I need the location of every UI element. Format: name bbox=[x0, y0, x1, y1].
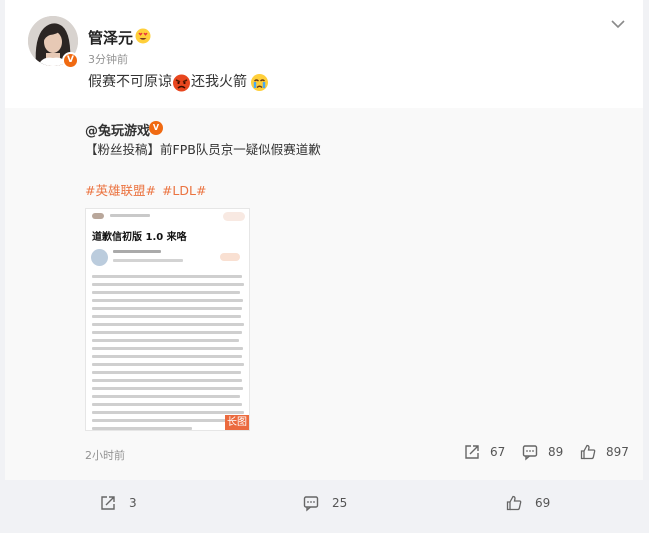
hashtag-lol[interactable]: #英雄联盟# bbox=[85, 183, 156, 198]
post-text-part1: 假赛不可原谅 bbox=[88, 74, 172, 90]
repost-timestamp[interactable]: 2小时前 bbox=[85, 447, 125, 463]
reposted-content[interactable]: @兔玩游戏 V 【粉丝投稿】前FPB队员京一疑似假赛道歉 #英雄联盟# #LDL#… bbox=[5, 108, 643, 480]
repost-text: 【粉丝投稿】前FPB队员京一疑似假赛道歉 bbox=[85, 142, 321, 157]
weibo-post-card: V 管泽元 3分钟前 假赛不可原谅 还我火箭 @兔玩游戏 V 【粉丝投稿】前FP… bbox=[5, 0, 643, 480]
thumbnail-text-line bbox=[92, 283, 244, 286]
thumbnail-tag bbox=[220, 253, 240, 261]
comment-button[interactable]: 25 bbox=[302, 494, 347, 512]
thumbnail-text-line bbox=[92, 331, 242, 334]
thumbnail-text-line bbox=[92, 339, 239, 342]
comment-icon bbox=[522, 445, 538, 461]
thumbnail-close-pill bbox=[223, 212, 245, 221]
like-button[interactable]: 69 bbox=[505, 494, 550, 512]
thumbnail-text-line bbox=[92, 387, 243, 390]
like-count: 69 bbox=[535, 496, 551, 510]
thumbnail-text-line bbox=[92, 299, 243, 302]
thumbnail-text-line bbox=[92, 395, 240, 398]
thumbnail-text-line bbox=[92, 307, 242, 310]
thumbnail-text-line bbox=[92, 275, 242, 278]
thumbnail-text-line bbox=[92, 355, 242, 358]
forward-count: 3 bbox=[129, 496, 137, 510]
repost-comment-button[interactable]: 89 bbox=[521, 443, 563, 461]
thumbnail-text-line bbox=[92, 379, 242, 382]
long-image-title: 道歉信初版 1.0 来咯 bbox=[92, 232, 187, 243]
hashtag-list: #英雄联盟# #LDL# bbox=[85, 180, 212, 199]
crying-emoji-icon bbox=[250, 73, 269, 92]
repost-forward-count: 67 bbox=[490, 445, 506, 459]
heart-eyes-emoji-icon bbox=[135, 28, 151, 44]
post-timestamp[interactable]: 3分钟前 bbox=[88, 51, 128, 67]
share-icon bbox=[465, 445, 479, 459]
repost-author[interactable]: @兔玩游戏 bbox=[85, 120, 150, 139]
long-image-badge: 长图 bbox=[225, 415, 249, 430]
thumbnail-text-line bbox=[92, 347, 243, 350]
post-text-part2: 还我火箭 bbox=[191, 74, 247, 90]
forward-button[interactable]: 3 bbox=[99, 494, 137, 512]
long-image-thumbnail[interactable]: 道歉信初版 1.0 来咯 长图 bbox=[85, 208, 250, 431]
angry-emoji-icon bbox=[172, 73, 191, 92]
share-icon bbox=[101, 496, 115, 510]
thumbnail-avatar bbox=[91, 249, 108, 266]
verified-badge-icon: V bbox=[62, 52, 79, 69]
thumbnail-text-line bbox=[92, 371, 241, 374]
thumbs-up-icon bbox=[506, 495, 522, 511]
post-text: 假赛不可原谅 还我火箭 bbox=[88, 72, 269, 92]
thumbnail-text-line bbox=[92, 419, 230, 422]
thumbnail-text-line bbox=[92, 315, 241, 318]
hashtag-ldl[interactable]: #LDL# bbox=[162, 183, 207, 198]
repost-like-button[interactable]: 897 bbox=[579, 443, 629, 461]
repost-comment-count: 89 bbox=[548, 445, 564, 459]
comment-count: 25 bbox=[332, 496, 348, 510]
thumbnail-text-line bbox=[92, 323, 244, 326]
repost-forward-button[interactable]: 67 bbox=[463, 443, 505, 461]
thumbnail-text-line bbox=[92, 411, 244, 414]
chevron-down-icon[interactable] bbox=[610, 15, 626, 29]
repost-verified-badge-icon: V bbox=[149, 121, 163, 135]
comment-icon bbox=[303, 496, 319, 512]
username[interactable]: 管泽元 bbox=[88, 27, 133, 48]
thumbs-up-icon bbox=[580, 444, 596, 460]
thumbnail-text-line bbox=[92, 363, 244, 366]
repost-like-count: 897 bbox=[606, 445, 629, 459]
thumbnail-text-line bbox=[92, 427, 192, 430]
thumbnail-text-line bbox=[92, 403, 242, 406]
thumbnail-text-line bbox=[92, 291, 240, 294]
